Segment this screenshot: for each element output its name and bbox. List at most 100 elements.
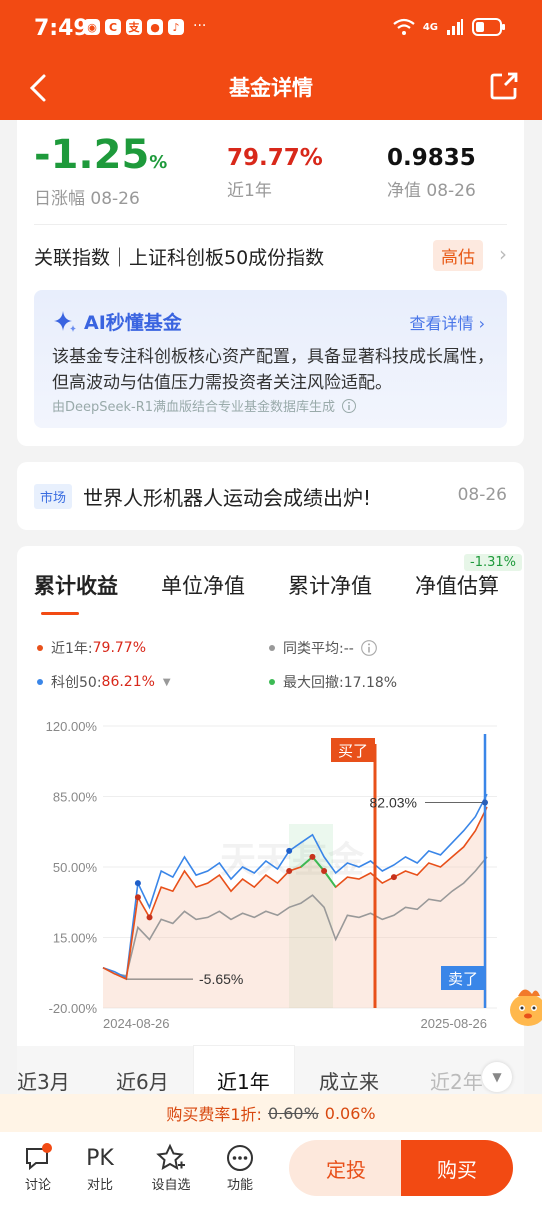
tab-cumulative-nav[interactable]: 累计净值 xyxy=(288,570,372,600)
legend-index-label: 科创50: xyxy=(51,675,102,691)
chart-tabs: 累计收益 单位净值 累计净值 净值估算 xyxy=(17,566,524,616)
pk-icon: PK xyxy=(86,1145,114,1171)
discuss-button[interactable]: 讨论 xyxy=(13,1142,63,1193)
trade-point xyxy=(321,868,328,875)
fee-bar: 购买费率1折: 0.60% 0.06% xyxy=(0,1094,542,1132)
discuss-label: 讨论 xyxy=(24,1178,51,1193)
share-icon[interactable] xyxy=(488,70,520,102)
mascot-icon[interactable] xyxy=(506,980,542,1032)
chat-bubble-icon xyxy=(26,1143,52,1171)
estimate-badge: -1.31% xyxy=(464,554,522,571)
watch-label: 设自选 xyxy=(151,1178,191,1193)
tab-cumulative-return[interactable]: 累计收益 xyxy=(34,570,118,600)
compare-label: 对比 xyxy=(86,1178,113,1193)
trade-point xyxy=(134,880,141,887)
x-tick-label: 2025-08-26 xyxy=(421,1016,488,1031)
divider xyxy=(34,224,507,225)
daily-change-unit: % xyxy=(149,152,168,173)
signal-icon xyxy=(447,19,463,35)
y-tick-label: 120.00% xyxy=(46,719,98,734)
func-label: 功能 xyxy=(226,1178,253,1193)
y-tick-label: -20.00% xyxy=(49,1001,98,1016)
chevron-down-icon[interactable]: ▼ xyxy=(482,1062,512,1092)
ai-title: AI秒懂基金 xyxy=(52,308,182,335)
trade-point xyxy=(390,874,397,881)
legend-dot xyxy=(37,679,43,685)
app-notification-icon: ◉ xyxy=(84,19,100,35)
legend-index[interactable]: 科创50: 86.21% ▼ xyxy=(37,672,171,692)
ai-summary-text: 该基金专注科创板核心资产配置，具备显著科技成长属性，但高波动与估值压力需投资者关… xyxy=(52,347,494,393)
trade-point xyxy=(286,847,293,854)
more-notifications-icon: ··· xyxy=(193,18,207,34)
daily-change-value: -1.25 xyxy=(34,132,150,178)
discuss-icon-wrap xyxy=(13,1142,63,1174)
buy-button[interactable]: 购买 xyxy=(401,1140,513,1196)
app-notification-icon: C xyxy=(105,19,121,35)
add-watchlist-button[interactable]: 设自选 xyxy=(146,1142,196,1193)
fee-label: 购买费率1折: xyxy=(166,1105,262,1124)
functions-button[interactable]: 功能 xyxy=(215,1142,265,1193)
x-tick-label: 2024-08-26 xyxy=(103,1016,170,1031)
cumulative-return-chart[interactable]: 120.00% 85.00% 50.00% 15.00% -20.00% 2024-08-… xyxy=(17,704,524,1034)
max-label: 82.03% xyxy=(370,794,417,810)
year-return-stat: 79.77% 近1年 xyxy=(227,144,323,201)
bottom-bar: 讨论 PK 对比 设自选 功能 定投 购买 xyxy=(0,1132,542,1206)
period-6m[interactable]: 近6月 xyxy=(116,1066,169,1095)
legend-fund: 近1年: 79.77% xyxy=(37,638,146,658)
legend-dot xyxy=(269,645,275,651)
performance-card: 累计收益 单位净值 累计净值 净值估算 -1.31% 近1年: 79.77% 同类… xyxy=(17,546,524,1106)
more-circle-icon xyxy=(227,1145,253,1171)
year-return-label: 近1年 xyxy=(227,181,272,201)
alipay-icon: 支 xyxy=(126,19,142,35)
y-tick-label: 50.00% xyxy=(53,860,98,875)
status-time: 7:49 xyxy=(34,16,89,41)
news-title: 世界人形机器人运动会成绩出炉! xyxy=(83,486,372,510)
legend-drawdown: 最大回撤:17.18% xyxy=(269,672,397,692)
network-label: 4G xyxy=(422,21,438,33)
nav-label: 净值 08-26 xyxy=(387,181,476,201)
news-card[interactable]: 市场 世界人形机器人运动会成绩出炉! 08-26 xyxy=(17,462,524,530)
period-2y[interactable]: 近2年 xyxy=(430,1066,483,1095)
ai-source-text: 由DeepSeek-R1满血版结合专业基金数据库生成 xyxy=(52,400,336,415)
info-icon[interactable] xyxy=(360,639,378,657)
ai-source: 由DeepSeek-R1满血版结合专业基金数据库生成 xyxy=(52,396,357,415)
legend-peer: 同类平均:-- xyxy=(269,638,378,658)
nav-stat: 0.9835 净值 08-26 xyxy=(387,144,476,201)
daily-change-label: 日涨幅 08-26 xyxy=(34,189,140,209)
ai-title-text: AI秒懂基金 xyxy=(84,312,182,334)
info-icon[interactable] xyxy=(341,398,357,414)
watch-icon-wrap xyxy=(146,1142,196,1174)
app-notification-icon: ● xyxy=(147,19,163,35)
news-tag: 市场 xyxy=(34,484,73,509)
period-since-inception[interactable]: 成立来 xyxy=(319,1066,379,1095)
page-title: 基金详情 xyxy=(229,76,313,100)
tab-unit-nav[interactable]: 单位净值 xyxy=(161,570,245,600)
chevron-right-icon: › xyxy=(478,314,485,333)
wifi-icon xyxy=(393,18,415,35)
legend-dot xyxy=(269,679,275,685)
compare-button[interactable]: PK 对比 xyxy=(75,1142,125,1194)
sell-marker-label: 卖了 xyxy=(448,970,478,988)
dropdown-triangle-icon: ▼ xyxy=(162,676,171,688)
y-tick-label: 15.00% xyxy=(53,931,98,946)
trade-point xyxy=(134,894,141,901)
trade-point xyxy=(146,914,153,921)
legend-peer-label: 同类平均:-- xyxy=(283,641,354,657)
fixed-investment-button[interactable]: 定投 xyxy=(289,1140,403,1196)
ai-details-link[interactable]: 查看详情 › xyxy=(409,310,485,334)
fee-old: 0.60% xyxy=(267,1103,319,1123)
legend-index-value: 86.21% xyxy=(101,674,155,690)
related-index-row[interactable]: 关联指数｜上证科创板50成份指数 高估 › xyxy=(34,238,507,274)
trade-point xyxy=(309,853,316,860)
legend-dot xyxy=(37,645,43,651)
status-right: 4G xyxy=(393,17,506,37)
tab-nav-estimate[interactable]: 净值估算 xyxy=(415,570,499,600)
min-label: -5.65% xyxy=(199,971,243,987)
active-tab-indicator xyxy=(41,612,79,615)
nav-bar: 基金详情 xyxy=(0,56,542,120)
period-1y[interactable]: 近1年 xyxy=(217,1066,270,1095)
ai-summary-box[interactable]: AI秒懂基金 查看详情 › 该基金专注科创板核心资产配置，具备显著科技成长属性，… xyxy=(34,290,507,428)
buy-marker-label: 买了 xyxy=(338,742,368,760)
period-3m[interactable]: 近3月 xyxy=(17,1066,70,1095)
daily-change-stat: -1.25% 日涨幅 08-26 xyxy=(34,134,167,209)
